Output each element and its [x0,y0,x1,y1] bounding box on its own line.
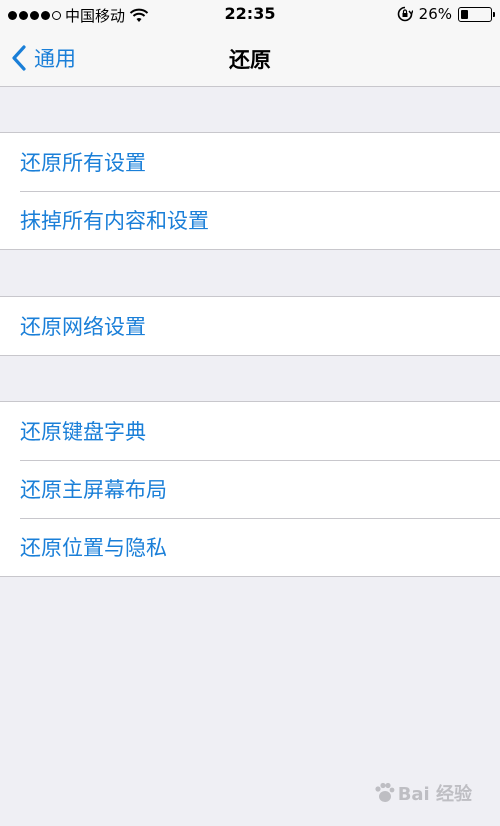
navigation-bar: 通用 还原 [0,30,500,87]
battery-icon [458,6,495,22]
settings-group-other: 还原键盘字典 还原主屏幕布局 还原位置与隐私 [0,401,500,577]
erase-all-content-item[interactable]: 抹掉所有内容和设置 [0,191,500,249]
settings-group-network: 还原网络设置 [0,296,500,356]
reset-keyboard-dictionary-item[interactable]: 还原键盘字典 [0,402,500,460]
reset-home-screen-layout-item[interactable]: 还原主屏幕布局 [0,460,500,518]
status-right: 26% [397,5,495,23]
paw-logo-icon [375,782,395,802]
baidu-jingyan-watermark: Bai 经验 [372,780,472,806]
orientation-lock-icon [397,6,413,22]
reset-location-privacy-item[interactable]: 还原位置与隐私 [0,518,500,576]
battery-percent: 26% [418,5,452,23]
page-title: 还原 [229,48,271,72]
reset-all-settings-item[interactable]: 还原所有设置 [0,133,500,191]
settings-group-reset-all: 还原所有设置 抹掉所有内容和设置 [0,132,500,250]
reset-network-settings-item[interactable]: 还原网络设置 [0,297,500,355]
battery-fill [461,9,468,19]
status-bar: 中国移动 22:35 26% [0,0,500,30]
watermark-text: Bai 经验 [397,784,472,805]
